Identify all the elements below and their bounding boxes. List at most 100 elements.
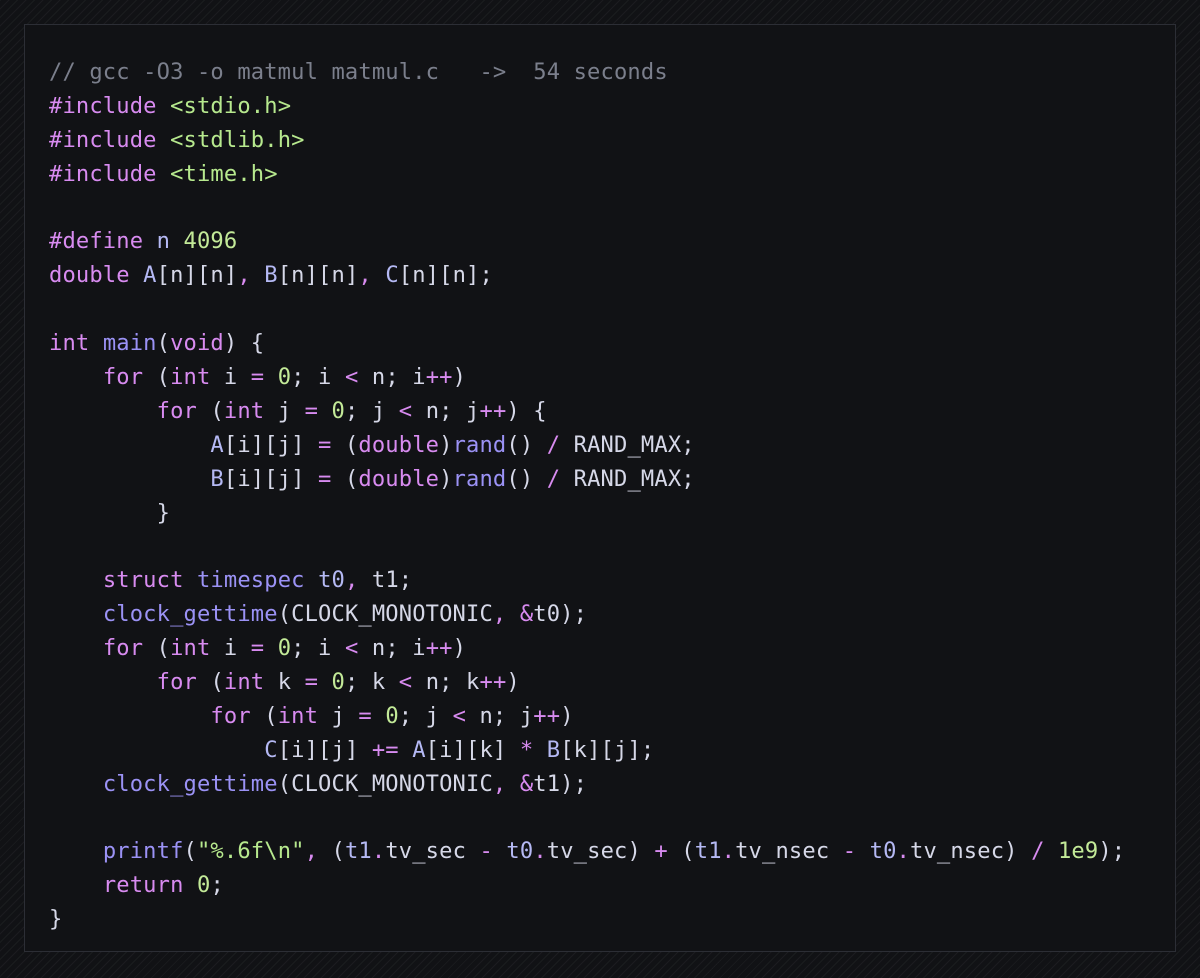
code-token-id: t0	[869, 838, 897, 865]
code-token-id: t1	[344, 838, 372, 865]
code-token-kw: for	[156, 669, 211, 696]
code-token-kw: ++	[425, 364, 453, 391]
code-token-fn: main	[102, 330, 157, 357]
code-token-punct: }	[49, 499, 171, 526]
code-line: for (int k = 0; k < n; k++)	[49, 666, 1125, 700]
code-line: B[i][j] = (double)rand() / RAND_MAX;	[49, 463, 1125, 497]
code-token-kw: .	[533, 838, 547, 865]
code-token-num: 0	[277, 364, 292, 391]
code-line: printf("%.6f\n", (t1.tv_sec - t0.tv_sec)…	[49, 835, 1125, 869]
code-token-plain: tv_nsec)	[910, 838, 1032, 865]
code-token-punct: ;	[210, 872, 224, 899]
code-token-kw: int	[277, 702, 332, 729]
code-line: #include <stdio.h>	[49, 90, 1125, 124]
code-token-id: B	[210, 465, 224, 492]
code-token-plain: ; i	[291, 635, 345, 662]
code-token-punct: )	[506, 669, 520, 696]
code-token-kw: =	[318, 465, 345, 492]
code-token-plain: (CLOCK_MONOTONIC	[277, 770, 493, 797]
code-token-num: 0	[196, 872, 211, 899]
code-token-kw: .	[896, 838, 910, 865]
code-token-punct: [i][j]	[223, 465, 319, 492]
code-token-punct: );	[1098, 838, 1126, 865]
code-token-plain: n; i	[371, 364, 426, 391]
code-token-plain: i	[223, 364, 251, 391]
code-line: }	[49, 903, 1125, 937]
code-token-kw: ,	[237, 262, 265, 289]
code-line: // gcc -O3 -o matmul matmul.c -> 54 seco…	[49, 56, 1125, 90]
code-token-plain: t0);	[533, 601, 588, 628]
code-line: A[i][j] = (double)rand() / RAND_MAX;	[49, 429, 1125, 463]
code-token-kw: for	[156, 397, 211, 424]
code-token-punct: (	[210, 669, 224, 696]
code-token-kw: ,	[492, 601, 520, 628]
code-token-num: 0	[331, 669, 345, 696]
code-token-punct: (	[264, 702, 278, 729]
code-token-kw: .	[371, 838, 386, 865]
code-token-kw: <	[344, 364, 372, 391]
code-token-kw: =	[318, 431, 345, 458]
code-token-kw: ++	[425, 635, 453, 662]
code-token-id: t0	[506, 838, 534, 865]
code-token-plain: n; i	[371, 635, 426, 662]
code-token-punct: (	[210, 397, 224, 424]
code-token-plain: n; k	[425, 669, 480, 696]
code-token-kw: +	[654, 838, 682, 865]
code-token-punct: (	[331, 838, 345, 865]
code-token-kw: #include	[49, 92, 171, 119]
code-line: for (int i = 0; i < n; i++)	[49, 361, 1125, 395]
code-token-plain: ; i	[291, 364, 345, 391]
code-token-punct: [i][j]	[223, 431, 319, 458]
code-token-punct: )	[560, 702, 574, 729]
code-token-punct: [n][n]	[277, 262, 359, 289]
code-token-punct: }	[49, 906, 63, 933]
code-token-kw: /	[546, 465, 574, 492]
code-block[interactable]: // gcc -O3 -o matmul matmul.c -> 54 seco…	[49, 56, 1125, 937]
code-token-kw: #define	[49, 228, 157, 255]
code-token-id: t0	[318, 567, 345, 594]
code-token-punct: )	[439, 431, 453, 458]
code-token-fn: clock_gettime	[102, 770, 278, 797]
code-token-plain: ; j	[398, 702, 453, 729]
code-token-fn: rand	[452, 431, 507, 458]
code-token-num: 0	[277, 635, 292, 662]
code-token-plain: (CLOCK_MONOTONIC	[277, 601, 493, 628]
code-token-kw: ++	[479, 397, 507, 424]
code-token-punct: [k][j];	[560, 736, 655, 763]
code-token-plain: RAND_MAX;	[573, 465, 695, 492]
code-token-punct: [i][j]	[277, 736, 372, 763]
code-token-punct: ) {	[223, 330, 265, 357]
code-token-punct: )	[452, 635, 467, 662]
code-line: double A[n][n], B[n][n], C[n][n];	[49, 259, 1125, 293]
code-line: #include <time.h>	[49, 158, 1125, 192]
code-token-kw: double	[49, 262, 144, 289]
code-token-fn: rand	[452, 465, 507, 492]
code-token-id: B	[264, 262, 278, 289]
code-token-kw: <	[344, 635, 372, 662]
code-line: struct timespec t0, t1;	[49, 564, 1125, 598]
code-token-kw: =	[304, 669, 332, 696]
code-token-punct: [i][k]	[425, 736, 520, 763]
code-token-kw: ,	[304, 838, 332, 865]
code-token-kw: struct	[102, 567, 197, 594]
code-token-kw: .	[721, 838, 736, 865]
code-token-str: <stdlib.h>	[170, 126, 305, 153]
code-token-kw: int	[223, 397, 278, 424]
code-token-kw: ++	[533, 702, 561, 729]
code-token-punct: )	[452, 364, 467, 391]
code-token-punct: (	[156, 635, 171, 662]
code-token-num: 0	[385, 702, 399, 729]
code-line: C[i][j] += A[i][k] * B[k][j];	[49, 734, 1125, 768]
code-line: for (int j = 0; j < n; j++) {	[49, 395, 1125, 429]
code-token-kw: &	[519, 770, 534, 797]
code-token-kw: ,	[344, 567, 372, 594]
code-token-plain: ; j	[344, 397, 399, 424]
code-token-kw: ,	[358, 262, 386, 289]
code-token-num: 4096	[183, 228, 238, 255]
